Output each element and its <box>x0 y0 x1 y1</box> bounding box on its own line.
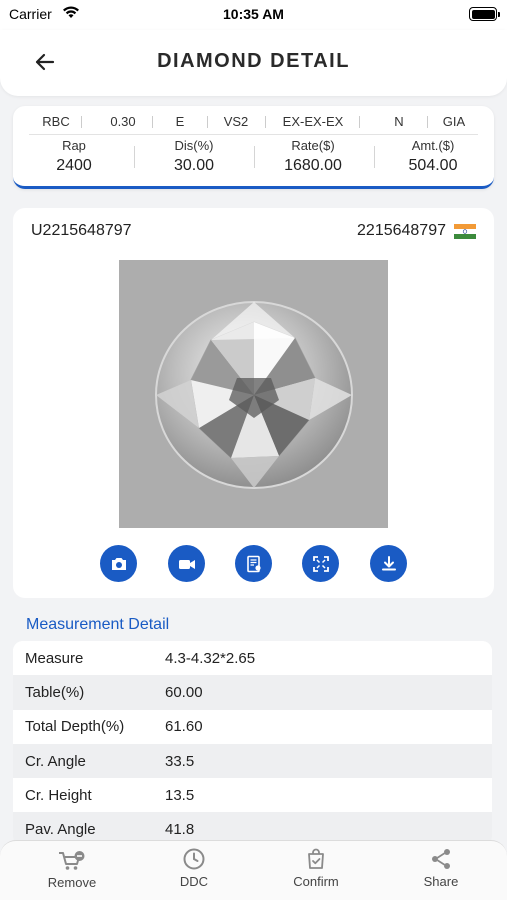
remove-button[interactable]: Remove <box>9 850 135 890</box>
video-icon <box>178 559 195 569</box>
media-card: U2215648797 2215648797 <box>13 208 494 598</box>
diamond-photo <box>119 260 388 528</box>
rap-label: Rap <box>62 138 86 153</box>
summary-attributes: RBC 0.30 E VS2 EX-EX-EX N GIA <box>13 114 494 132</box>
status-bar: Carrier 10:35 AM <box>0 0 507 30</box>
download-icon <box>381 555 396 570</box>
video-button[interactable] <box>168 545 205 582</box>
photo-button[interactable] <box>100 545 137 582</box>
divider <box>427 116 428 128</box>
bag-check-icon <box>308 848 324 869</box>
crown-height-value: 13.5 <box>165 786 195 804</box>
confirm-button[interactable]: Confirm <box>253 847 379 889</box>
remove-label: Remove <box>47 875 97 890</box>
amount-value: 504.00 <box>408 157 458 174</box>
ddc-label: DDC <box>179 874 209 889</box>
shape-value: RBC <box>42 114 70 129</box>
crown-angle-value: 33.5 <box>165 752 195 770</box>
certificate-number: 2215648797 <box>357 222 446 239</box>
rap-value: 2400 <box>56 157 92 174</box>
divider <box>81 116 82 128</box>
table-row: Measure 4.3-4.32*2.65 <box>13 641 492 676</box>
header: DIAMOND DETAIL <box>0 30 507 96</box>
stone-id: U2215648797 <box>31 222 132 239</box>
measurement-table: Measure 4.3-4.32*2.65 Table(%) 60.00 Tot… <box>13 641 492 847</box>
pavilion-angle-value: 41.8 <box>165 821 195 839</box>
amount-column: Amt.($) 504.00 <box>373 138 493 175</box>
clock-icon <box>183 848 205 870</box>
fullscreen-button[interactable] <box>302 545 339 582</box>
share-icon <box>432 849 450 869</box>
rate-label: Rate($) <box>291 138 335 153</box>
total-depth-value: 61.60 <box>165 718 203 736</box>
table-row: Cr. Angle 33.5 <box>13 743 492 779</box>
total-depth-label: Total Depth(%) <box>25 718 125 736</box>
clock-time: 10:35 AM <box>223 6 284 22</box>
rate-value: 1680.00 <box>284 157 342 174</box>
fullscreen-icon <box>312 555 329 572</box>
camera-icon <box>111 557 126 570</box>
diamond-image[interactable] <box>119 260 388 528</box>
battery-icon <box>469 7 500 21</box>
media-actions <box>13 545 494 583</box>
discount-value: 30.00 <box>173 157 215 174</box>
rap-column: Rap 2400 <box>14 138 134 175</box>
pavilion-angle-label: Pav. Angle <box>25 821 96 839</box>
divider <box>152 116 153 128</box>
confirm-label: Confirm <box>293 874 339 889</box>
table-percent-value: 60.00 <box>165 683 203 701</box>
discount-label: Dis(%) <box>174 138 214 153</box>
share-button[interactable]: Share <box>378 847 504 889</box>
measure-label: Measure <box>25 649 84 667</box>
bottom-action-bar: Remove DDC Confirm Share <box>0 840 507 900</box>
measure-value: 4.3-4.32*2.65 <box>165 649 256 667</box>
divider <box>207 116 208 128</box>
india-flag-icon <box>454 224 476 239</box>
discount-column: Dis(%) 30.00 <box>134 138 254 175</box>
crown-height-label: Cr. Height <box>25 786 92 804</box>
divider <box>359 116 360 128</box>
page-title: DIAMOND DETAIL <box>157 50 350 72</box>
ddc-button[interactable]: DDC <box>131 847 257 889</box>
price-columns: Rap 2400 Dis(%) 30.00 Rate($) 1680.00 Am… <box>13 138 494 180</box>
fluorescence-value: N <box>394 114 404 129</box>
table-percent-label: Table(%) <box>25 683 85 701</box>
cut-polish-symmetry-value: EX-EX-EX <box>282 114 344 129</box>
lab-value: GIA <box>442 114 466 129</box>
clarity-value: VS2 <box>223 114 249 129</box>
table-row: Total Depth(%) 61.60 <box>13 709 492 744</box>
certificate-icon <box>246 555 261 572</box>
cart-remove-icon <box>59 851 85 870</box>
crown-angle-label: Cr. Angle <box>25 752 86 770</box>
table-row: Cr. Height 13.5 <box>13 778 492 813</box>
color-value: E <box>175 114 185 129</box>
amount-label: Amt.($) <box>411 138 455 153</box>
measurement-section-title: Measurement Detail <box>26 616 170 633</box>
divider <box>29 134 478 135</box>
download-button[interactable] <box>370 545 407 582</box>
share-label: Share <box>423 874 459 889</box>
divider <box>265 116 266 128</box>
price-summary-card: RBC 0.30 E VS2 EX-EX-EX N GIA Rap 2400 D… <box>13 106 494 189</box>
certificate-button[interactable] <box>235 545 272 582</box>
rate-column: Rate($) 1680.00 <box>253 138 373 175</box>
table-row: Table(%) 60.00 <box>13 675 492 710</box>
carat-value: 0.30 <box>110 114 136 129</box>
